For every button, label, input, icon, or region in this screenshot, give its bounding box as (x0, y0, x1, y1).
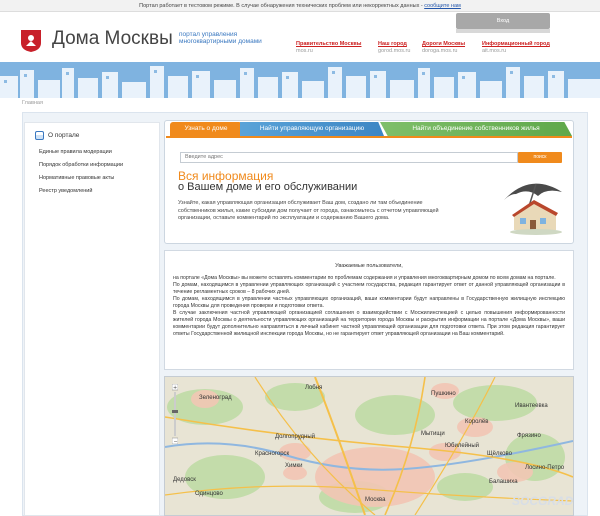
map-label: Щёлково (487, 451, 513, 457)
map-label: Зеленоград (199, 395, 232, 401)
test-mode-notice: Портал работает в тестовом режиме. В слу… (0, 0, 600, 12)
subtitle-line-1: портал управления (179, 31, 238, 38)
site-subtitle: портал управления многоквартирными домам… (179, 31, 289, 45)
topnav-title[interactable]: Информационный город (482, 41, 550, 47)
moscow-coat-of-arms-icon (21, 30, 41, 52)
topnav-title[interactable]: Правительство Москвы (296, 41, 361, 47)
map-label: Долгопрудный (275, 433, 315, 440)
map-label: Фрязино (517, 433, 541, 439)
info-subtitle: о Вашем доме и его обслуживании (178, 181, 358, 193)
announcement-paragraph: По домам, находящимся в управлении управ… (173, 282, 565, 295)
sidebar-heading: О портале (35, 131, 79, 140)
house-umbrella-illustration (504, 183, 562, 235)
search-tabs: Узнать о доме Найти управляющую организа… (164, 122, 574, 136)
page-icon (35, 131, 44, 140)
tab-find-management[interactable]: Найти управляющую организацию (240, 122, 384, 136)
map-label: Королёв (465, 419, 488, 425)
breadcrumb[interactable]: Главная (22, 100, 43, 106)
topnav-sub: doroga.mos.ru (422, 48, 458, 54)
sidebar-item-moderation[interactable]: Единые правила модерации (39, 149, 123, 155)
site-title[interactable]: Дома Москвы (52, 28, 173, 50)
announcement-box: Уважаемые пользователи, на портале «Дома… (164, 250, 574, 370)
topnav-sub: gorod.mos.ru (378, 48, 411, 54)
tab-about-house[interactable]: Узнать о доме (170, 122, 242, 136)
info-text: Узнайте, какая управляющая организация о… (178, 200, 439, 221)
map-label: Красногорск (255, 451, 290, 457)
tab-find-owners-association[interactable]: Найти объединение собственников жилья (380, 122, 572, 136)
map-zoom-slider[interactable]: + − (172, 384, 178, 444)
sidebar-list: Единые правила модерации Порядок обработ… (39, 149, 123, 201)
login-strip (456, 29, 550, 33)
map-label: Ивантеевка (515, 403, 548, 409)
watermark: SOCGRAD (512, 494, 574, 508)
login-button[interactable]: Вход (456, 13, 550, 29)
sidebar-heading-label: О портале (48, 132, 80, 140)
svg-text:+: + (173, 385, 177, 391)
topnav-item-info-city[interactable]: Информационный город ait.mos.ru (482, 41, 550, 54)
topnav-item-roads[interactable]: Дороги Москвы doroga.mos.ru (422, 41, 465, 54)
map-label: Пушкино (431, 391, 456, 397)
topnav-sub: mos.ru (296, 48, 313, 54)
search-button[interactable]: поиск (518, 152, 562, 163)
report-link[interactable]: сообщите нам (424, 3, 461, 9)
map-label: Дедовск (173, 477, 196, 483)
topnav-item-our-city[interactable]: Наш город gorod.mos.ru (378, 41, 410, 54)
sidebar-item-registry[interactable]: Реестр уведомлений (39, 188, 123, 194)
map-label: Лосино-Петро (525, 465, 565, 471)
sidebar: О портале Единые правила модерации Поряд… (24, 122, 160, 516)
city-skyline-banner (0, 62, 600, 98)
tab-underline (166, 136, 572, 138)
notice-text: Портал работает в тестовом режиме. В слу… (139, 3, 425, 9)
topnav-sub: ait.mos.ru (482, 48, 507, 54)
map-label: Одинцово (195, 491, 224, 497)
announcement-paragraph: По домам, находящимся в управлении частн… (173, 296, 565, 309)
announcement-heading: Уважаемые пользователи, (335, 263, 403, 269)
announcement-paragraph: на портале «Дома Москвы» вы можете остав… (173, 275, 556, 281)
topnav-item-government[interactable]: Правительство Москвы mos.ru (296, 41, 361, 54)
map-label: Химки (285, 463, 302, 469)
address-search-input[interactable]: Введите адрес (180, 152, 518, 163)
topnav-title[interactable]: Дороги Москвы (422, 41, 465, 47)
topnav-title[interactable]: Наш город (378, 41, 410, 47)
sidebar-item-processing[interactable]: Порядок обработки информации (39, 162, 123, 168)
map-label: Москва (365, 497, 386, 503)
svg-text:−: − (174, 439, 178, 444)
announcement-paragraph: В случае заключения частной управляющей … (173, 310, 565, 337)
sidebar-item-legal-acts[interactable]: Нормативные правовые акты (39, 175, 123, 181)
map-label: Юбилейный (445, 442, 479, 449)
map-label: Мытищи (421, 431, 445, 437)
map-label: Лобня (305, 385, 322, 391)
subtitle-line-2: многоквартирными домами (179, 38, 262, 45)
map-label: Балашиха (489, 479, 518, 485)
